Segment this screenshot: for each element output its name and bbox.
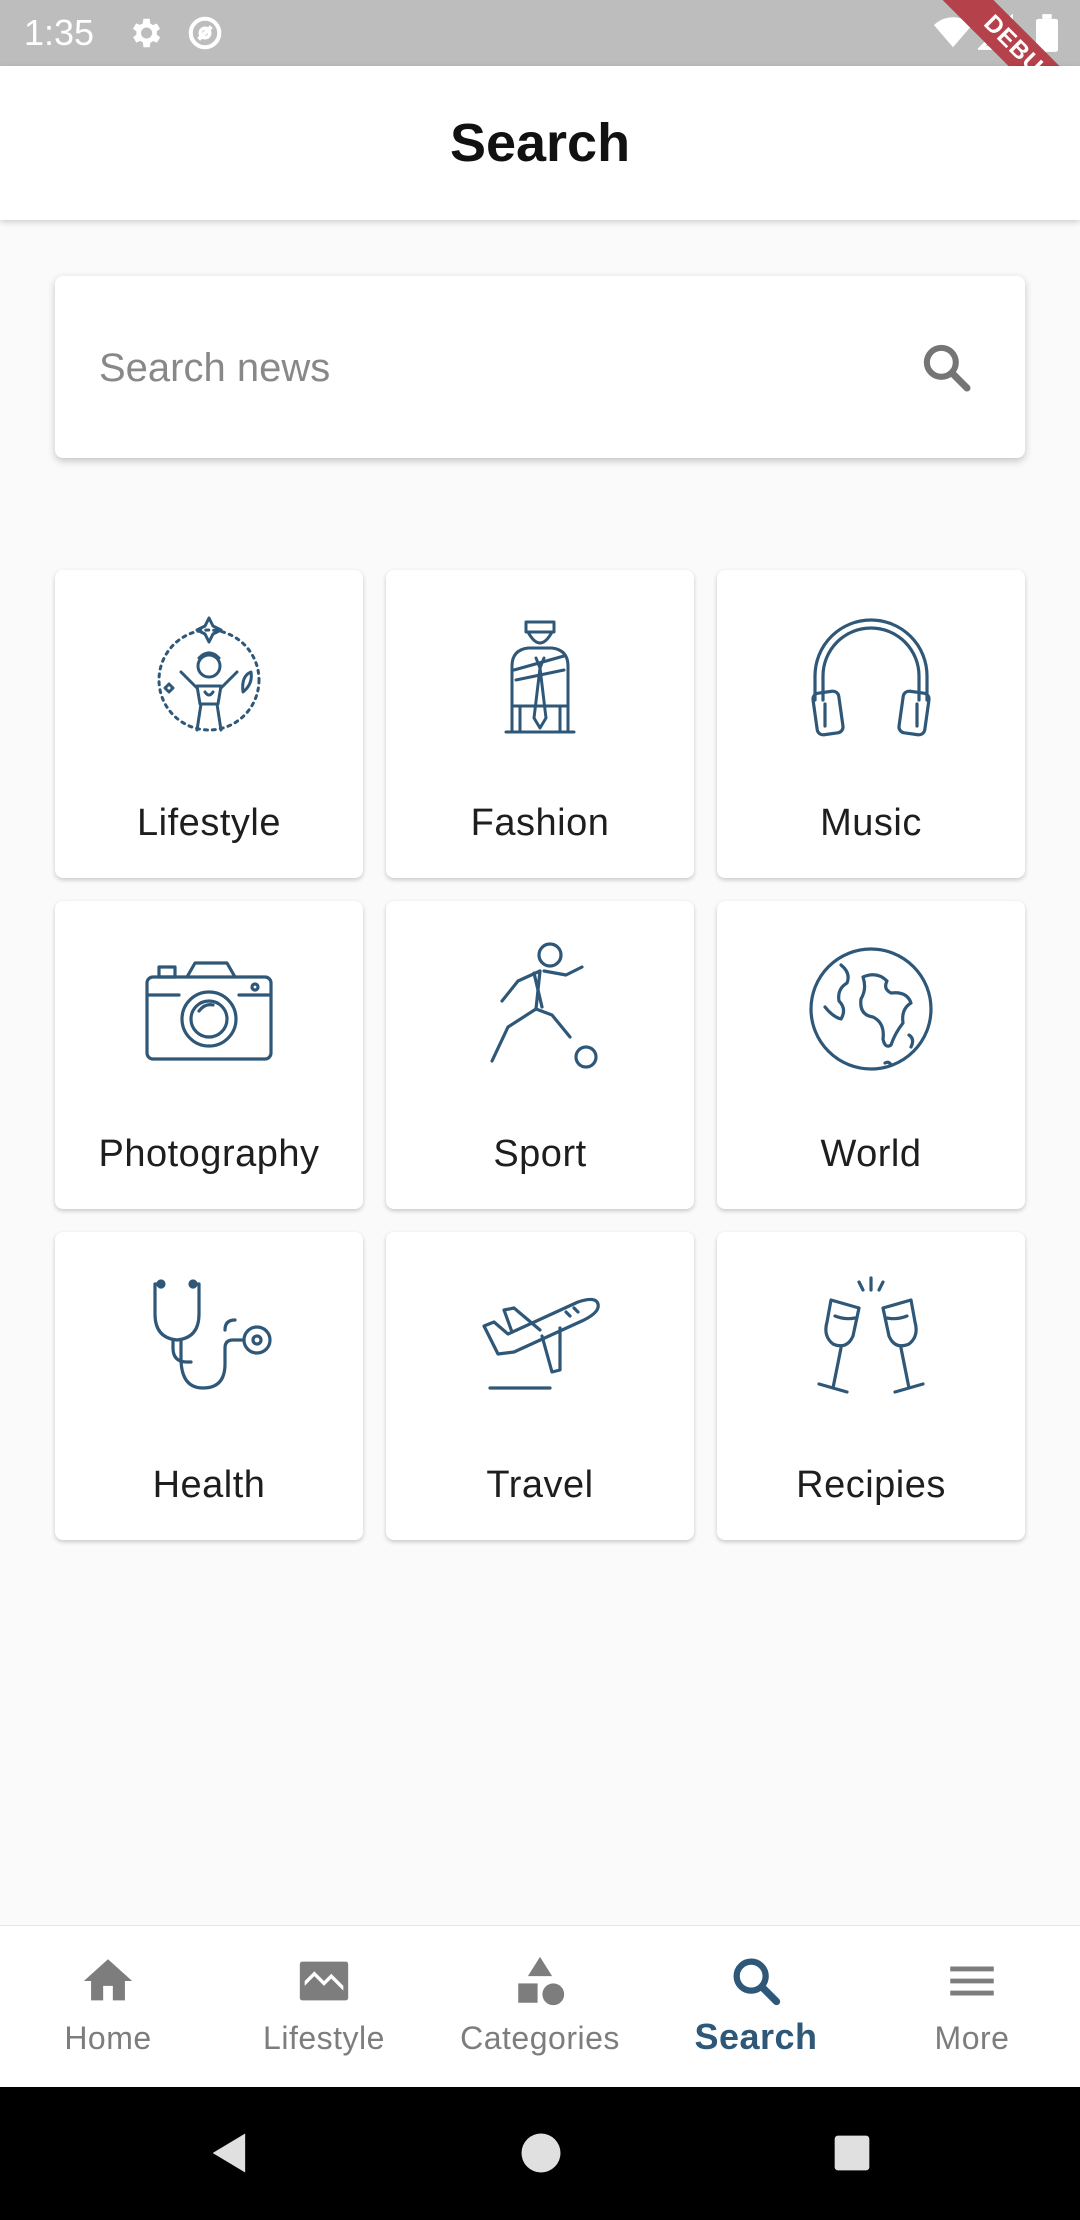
- category-travel[interactable]: Travel: [386, 1232, 694, 1540]
- status-time: 1:35: [24, 12, 95, 53]
- nav-item-search[interactable]: Search: [648, 1926, 864, 2087]
- back-icon[interactable]: [204, 2127, 256, 2184]
- champagne-glasses-icon: [817, 1276, 925, 1394]
- category-photography[interactable]: Photography: [55, 901, 363, 1209]
- nav-label: Categories: [460, 2020, 620, 2056]
- category-health[interactable]: Health: [55, 1232, 363, 1540]
- recents-icon[interactable]: [826, 2127, 878, 2184]
- category-lifestyle[interactable]: Lifestyle: [55, 570, 363, 878]
- home-circle-icon[interactable]: [515, 2127, 567, 2184]
- fashion-icon: [504, 620, 576, 734]
- category-sport[interactable]: Sport: [386, 901, 694, 1209]
- category-music[interactable]: Music: [717, 570, 1025, 878]
- category-label: Lifestyle: [137, 802, 281, 844]
- nav-label: Home: [64, 2020, 152, 2056]
- search-icon: [733, 1958, 781, 2006]
- airplane-icon: [482, 1297, 600, 1390]
- settings-icon: [126, 14, 164, 57]
- nav-item-lifestyle[interactable]: Lifestyle: [216, 1926, 432, 2087]
- category-fashion[interactable]: Fashion: [386, 570, 694, 878]
- category-grid: Lifestyle Fashion Music Photography Spor…: [55, 570, 1025, 1540]
- nav-item-home[interactable]: Home: [0, 1926, 216, 2087]
- nav-label: Search: [694, 2016, 818, 2057]
- nav-item-more[interactable]: More: [864, 1926, 1080, 2087]
- sync-icon: [186, 14, 224, 57]
- system-navigation-bar: [0, 2087, 1080, 2220]
- nav-label: More: [934, 2020, 1010, 2056]
- headphones-icon: [811, 618, 931, 737]
- category-world[interactable]: World: [717, 901, 1025, 1209]
- camera-icon: [145, 961, 273, 1061]
- nav-item-categories[interactable]: Categories: [432, 1926, 648, 2087]
- category-label: Travel: [486, 1464, 594, 1506]
- search-input[interactable]: [99, 326, 879, 410]
- lifestyle-icon: [157, 616, 261, 732]
- status-bar: 1:35 DEBUG: [0, 0, 1080, 157]
- image-icon: [299, 1961, 349, 2001]
- category-label: Sport: [493, 1133, 587, 1175]
- shapes-icon: [518, 1956, 565, 2006]
- menu-icon: [950, 1966, 994, 1996]
- home-icon: [83, 1959, 133, 2001]
- category-label: Music: [820, 802, 922, 844]
- category-label: Health: [152, 1464, 266, 1506]
- bottom-navigation: Home Lifestyle Categories Search More: [0, 1925, 1080, 2087]
- page-title: Search: [449, 113, 631, 173]
- category-label: Photography: [98, 1133, 320, 1175]
- category-label: World: [820, 1133, 922, 1175]
- category-label: Fashion: [470, 802, 610, 844]
- search-box: [55, 276, 1025, 458]
- globe-icon: [809, 947, 933, 1071]
- stethoscope-icon: [153, 1279, 272, 1390]
- category-label: Recipies: [796, 1464, 946, 1506]
- nav-label: Lifestyle: [263, 2020, 385, 2056]
- search-icon[interactable]: [913, 334, 979, 400]
- app-bar: Search: [0, 66, 1080, 220]
- soccer-player-icon: [490, 942, 598, 1069]
- category-recipies[interactable]: Recipies: [717, 1232, 1025, 1540]
